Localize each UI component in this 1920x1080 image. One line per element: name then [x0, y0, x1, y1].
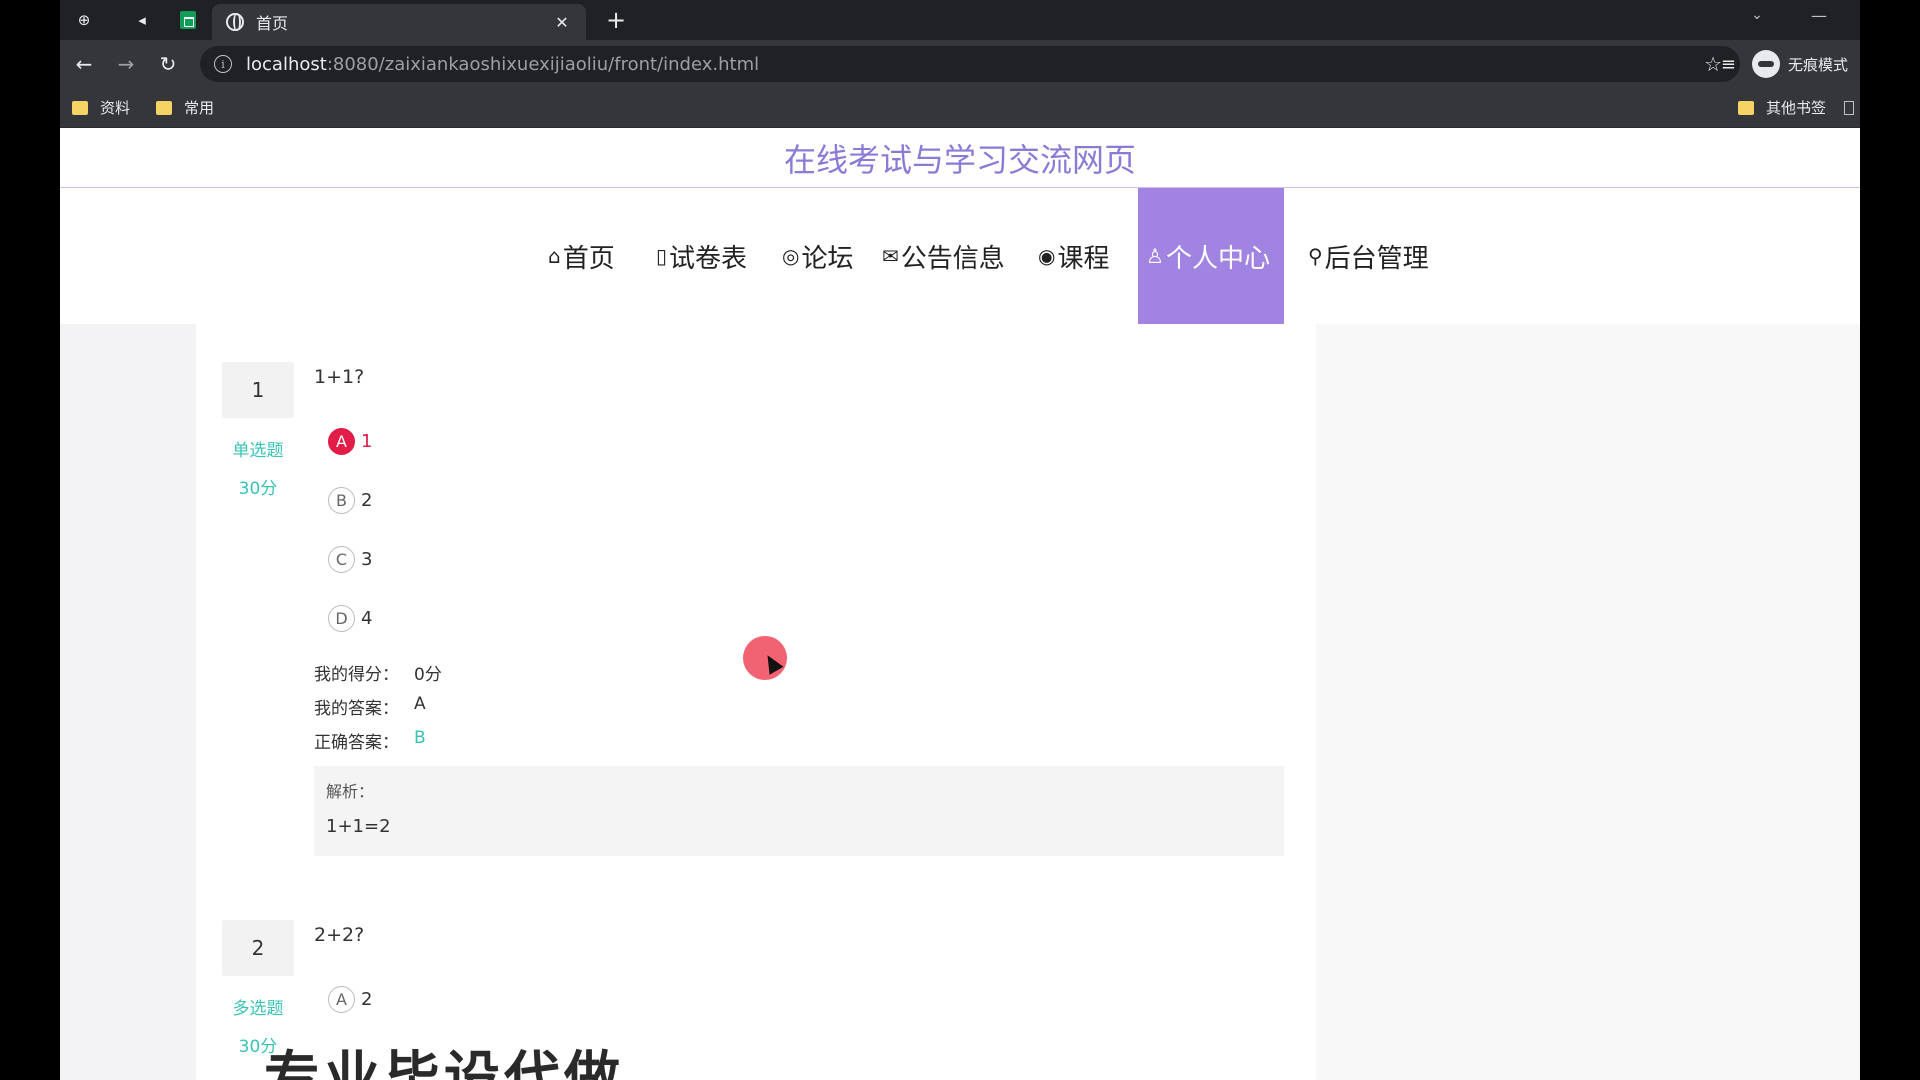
option-letter: A	[328, 428, 355, 455]
option-c[interactable]: C 3	[328, 546, 372, 573]
correct-answer-value: B	[414, 728, 426, 748]
user-icon: ♙	[1146, 244, 1164, 268]
nav-label: 首页	[562, 243, 615, 274]
option-value: 4	[361, 608, 373, 629]
main-nav: ⌂ 首页 ▯ 试卷表 ◎ 论坛 ✉ 公告信息 ◉ 课程 ♙ 个人中心 ⚲ 后台管…	[60, 188, 1860, 324]
speaker-icon[interactable]: ◂	[126, 0, 158, 40]
option-value: 2	[361, 490, 373, 511]
nav-label: 课程	[1057, 243, 1110, 274]
correct-answer-row: 正确答案： B	[314, 728, 426, 753]
option-value: 2	[361, 989, 373, 1010]
site-title: 在线考试与学习交流网页	[60, 128, 1860, 188]
nav-admin[interactable]: ⚲ 后台管理	[1308, 188, 1429, 324]
folder-icon	[1737, 100, 1754, 115]
nav-forum[interactable]: ◎ 论坛	[782, 188, 853, 324]
my-answer-label: 我的答案：	[314, 699, 399, 719]
url-host: localhost	[246, 53, 327, 75]
tab-title: 首页	[256, 14, 289, 33]
bookmark-folder[interactable]: 常用	[156, 97, 214, 118]
nav-notices[interactable]: ✉ 公告信息	[882, 188, 1005, 324]
question-number: 2	[222, 920, 294, 976]
bookmark-folder[interactable]: 资料	[72, 97, 130, 118]
globe-icon[interactable]: ⊕	[68, 0, 100, 40]
option-letter: A	[328, 986, 355, 1013]
address-bar: ← → ↻ i localhost:8080/zaixiankaoshixuex…	[60, 40, 1860, 88]
analysis-label: 解析：	[326, 782, 375, 801]
my-score-value: 0分	[414, 665, 442, 685]
other-bookmarks-label: 其他书签	[1765, 99, 1826, 117]
active-tab[interactable]: 首页 ✕	[212, 4, 586, 40]
tab-bar: ⊕ ◂ 首页 ✕ + ⌄ —	[60, 0, 1860, 40]
question-number: 1	[222, 362, 294, 418]
web-page: 在线考试与学习交流网页 ⌂ 首页 ▯ 试卷表 ◎ 论坛 ✉ 公告信息 ◉ 课程	[60, 128, 1860, 1080]
reading-list-icon[interactable]	[1838, 100, 1860, 115]
left-gutter	[60, 324, 196, 1080]
analysis-text: 1+1=2	[326, 816, 391, 837]
question-score: 30分	[238, 479, 278, 499]
nav-personal-center[interactable]: ♙ 个人中心	[1138, 188, 1284, 324]
profile-label: 无痕模式	[1787, 55, 1848, 74]
new-tab-button[interactable]: +	[600, 0, 632, 40]
question-text: 2+2?	[314, 924, 365, 946]
home-icon: ⌂	[548, 244, 561, 268]
option-letter: D	[328, 605, 355, 632]
watermark-overlay-text: 专业毕设代做	[264, 1046, 624, 1080]
option-value: 3	[361, 549, 373, 570]
option-a[interactable]: A 1	[328, 428, 372, 455]
my-answer-value: A	[414, 694, 426, 714]
nav-label: 后台管理	[1324, 243, 1429, 274]
option-d[interactable]: D 4	[328, 605, 372, 632]
option-a[interactable]: A 2	[328, 986, 372, 1013]
nav-label: 试卷表	[669, 243, 748, 274]
link-icon: ⚲	[1308, 244, 1323, 268]
correct-answer-label: 正确答案：	[314, 733, 399, 753]
nav-label: 公告信息	[900, 243, 1005, 274]
question-type: 多选题	[232, 999, 284, 1019]
url-path: :8080/zaixiankaoshixuexijiaoliu/front/in…	[326, 53, 760, 75]
analysis-box: 解析： 1+1=2	[314, 766, 1284, 856]
question-type: 单选题	[232, 441, 284, 461]
nav-label: 个人中心	[1165, 243, 1270, 274]
nav-label: 论坛	[801, 243, 854, 274]
exam-review: 1 单选题 30分 1+1? A 1 B 2 C 3 D 4 我的得分： 0分 …	[196, 324, 1316, 1080]
notice-icon: ✉	[882, 244, 899, 268]
bookmarks-bar: 资料 常用 其他书签	[60, 88, 1860, 128]
sheets-tab-icon[interactable]	[172, 0, 204, 40]
my-answer-row: 我的答案： A	[314, 694, 426, 719]
bookmark-star-icon[interactable]: ☆	[1704, 52, 1722, 76]
my-score-row: 我的得分： 0分	[314, 660, 442, 685]
info-icon[interactable]: i	[214, 55, 232, 73]
folder-icon	[72, 100, 88, 115]
option-value: 1	[361, 431, 373, 452]
close-tab-icon[interactable]: ✕	[552, 13, 572, 32]
my-score-label: 我的得分：	[314, 665, 399, 685]
option-letter: B	[328, 487, 355, 514]
bookmark-label: 常用	[184, 99, 215, 117]
globe-icon	[226, 13, 244, 31]
browser-window: ⊕ ◂ 首页 ✕ + ⌄ — ← → ↻ i localhost:8080/za…	[60, 0, 1860, 1080]
right-gutter	[1316, 324, 1860, 1080]
nav-exam-papers[interactable]: ▯ 试卷表	[656, 188, 747, 324]
media-control-icon[interactable]: ≡	[1721, 54, 1736, 75]
forward-button[interactable]: →	[108, 46, 144, 82]
folder-icon	[156, 100, 173, 115]
other-bookmarks[interactable]: 其他书签	[1737, 97, 1826, 118]
incognito-profile[interactable]: 无痕模式	[1751, 50, 1848, 78]
chevron-down-icon[interactable]: ⌄	[1742, 0, 1772, 30]
nav-courses[interactable]: ◉ 课程	[1038, 188, 1109, 324]
course-icon: ◉	[1038, 244, 1056, 268]
back-button[interactable]: ←	[66, 46, 102, 82]
nav-home[interactable]: ⌂ 首页	[548, 188, 615, 324]
toolbar-right: ≡ 无痕模式	[1721, 40, 1848, 88]
reload-button[interactable]: ↻	[150, 46, 186, 82]
forum-icon: ◎	[782, 244, 800, 268]
question-text: 1+1?	[314, 366, 365, 388]
minimize-button[interactable]: —	[1804, 0, 1834, 30]
url-input[interactable]: i localhost:8080/zaixiankaoshixuexijiaol…	[200, 46, 1740, 82]
option-b[interactable]: B 2	[328, 487, 372, 514]
bookmark-label: 资料	[100, 99, 131, 117]
exam-icon: ▯	[656, 244, 668, 268]
option-letter: C	[328, 546, 355, 573]
incognito-icon	[1751, 50, 1780, 78]
